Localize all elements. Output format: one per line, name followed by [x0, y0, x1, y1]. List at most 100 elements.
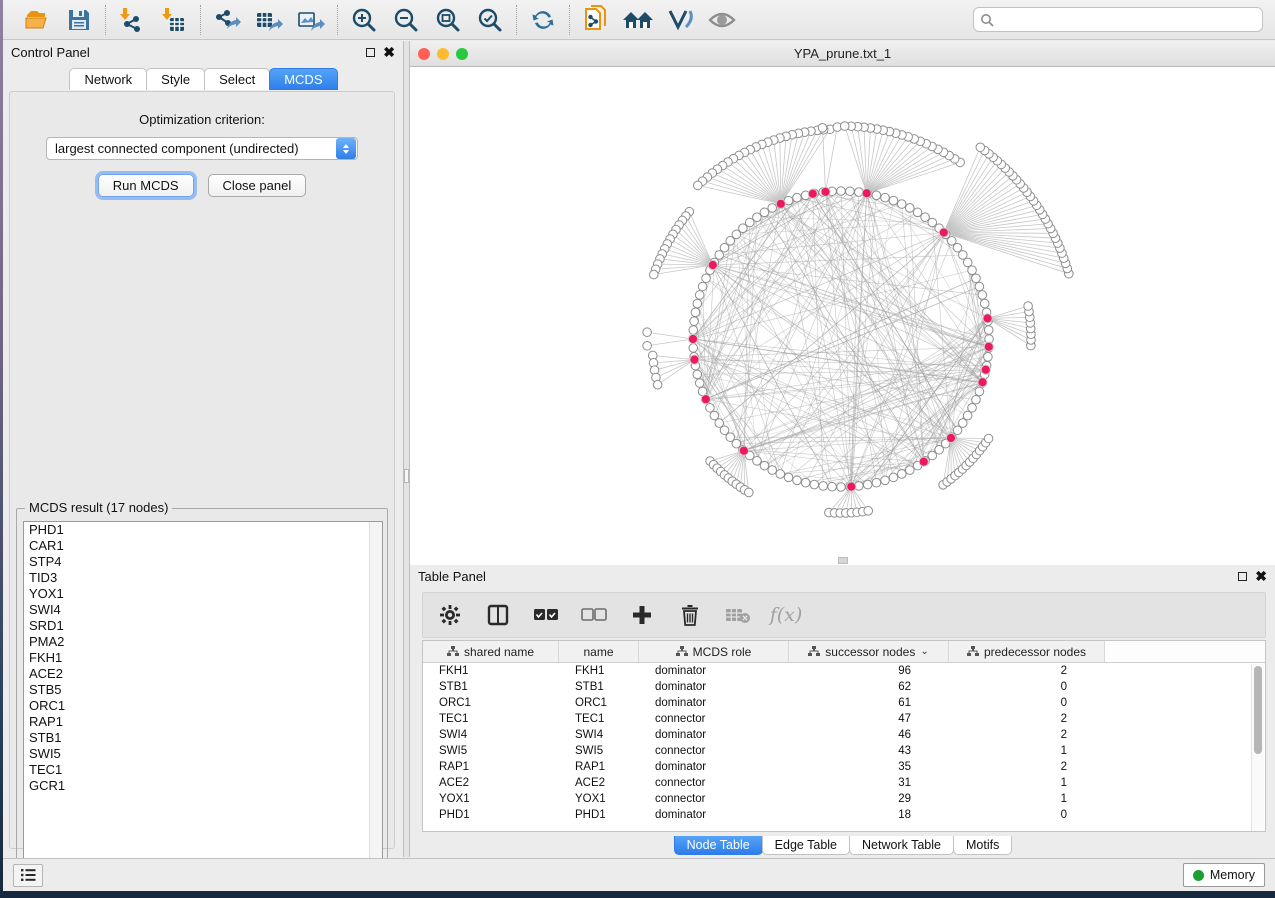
graph-node[interactable] [847, 482, 856, 491]
cell-shared-name[interactable]: SWI5 [423, 745, 559, 757]
float-panel-icon[interactable] [1238, 572, 1247, 581]
graph-node[interactable] [978, 378, 987, 387]
table-scrollbar[interactable] [1251, 664, 1264, 832]
mcds-result-list[interactable]: PHD1CAR1STP4TID3YOX1SWI4SRD1PMA2FKH1ACE2… [23, 521, 383, 873]
cell-mcds-role[interactable]: dominator [639, 761, 789, 773]
tab-node-table[interactable]: Node Table [674, 836, 763, 855]
graph-node[interactable] [881, 476, 890, 485]
cell-mcds-role[interactable]: connector [639, 745, 789, 757]
cell-shared-name[interactable]: RAP1 [423, 761, 559, 773]
cell-name[interactable]: RAP1 [559, 761, 639, 773]
graph-node[interactable] [698, 282, 707, 291]
mcds-result-item[interactable]: RAP1 [24, 714, 382, 730]
mcds-result-item[interactable]: STB1 [24, 730, 382, 746]
cell-mcds-role[interactable]: connector [639, 777, 789, 789]
deselect-all-button[interactable] [581, 602, 607, 628]
import-table-button[interactable] [160, 6, 188, 34]
graph-node[interactable] [693, 181, 702, 190]
graph-node[interactable] [921, 213, 930, 222]
tab-edge-table[interactable]: Edge Table [762, 836, 850, 855]
tab-network-table[interactable]: Network Table [849, 836, 954, 855]
cell-predecessor-nodes[interactable]: 0 [949, 697, 1105, 709]
graph-node[interactable] [810, 480, 819, 489]
graph-node[interactable] [776, 470, 785, 479]
graph-node[interactable] [793, 193, 802, 202]
graph-node[interactable] [980, 299, 989, 308]
cell-name[interactable]: SWI5 [559, 745, 639, 757]
cell-predecessor-nodes[interactable]: 1 [949, 793, 1105, 805]
table-row[interactable]: TEC1TEC1connector472 [423, 711, 1265, 727]
cell-predecessor-nodes[interactable]: 2 [949, 713, 1105, 725]
cell-name[interactable]: FKH1 [559, 665, 639, 677]
graph-node[interactable] [946, 433, 955, 442]
search-input[interactable] [998, 13, 1256, 27]
tab-select[interactable]: Select [204, 68, 270, 90]
add-column-button[interactable] [629, 602, 655, 628]
graph-node[interactable] [793, 476, 802, 485]
table-row[interactable]: PHD1PHD1dominator180 [423, 807, 1265, 823]
graph-node[interactable] [963, 258, 972, 267]
open-file-button[interactable] [23, 6, 51, 34]
cell-predecessor-nodes[interactable]: 2 [949, 729, 1105, 741]
cell-successor-nodes[interactable]: 61 [789, 697, 949, 709]
table-row[interactable]: YOX1YOX1connector291 [423, 791, 1265, 807]
run-mcds-button[interactable]: Run MCDS [98, 174, 194, 197]
cell-name[interactable]: SWI4 [559, 729, 639, 741]
export-network-button[interactable] [213, 6, 241, 34]
graph-node[interactable] [701, 395, 710, 404]
network-manager-button[interactable] [624, 6, 652, 34]
graph-node[interactable] [837, 483, 846, 492]
graph-node[interactable] [889, 473, 898, 482]
table-row[interactable]: ORC1ORC1dominator610 [423, 695, 1265, 711]
graph-node[interactable] [688, 334, 697, 343]
graph-node[interactable] [801, 478, 810, 487]
cell-successor-nodes[interactable]: 31 [789, 777, 949, 789]
graph-node[interactable] [963, 411, 972, 420]
column-header-predecessor-nodes[interactable]: predecessor nodes [949, 641, 1105, 662]
graph-node[interactable] [837, 187, 846, 196]
graph-node[interactable] [776, 199, 785, 208]
task-history-button[interactable] [13, 864, 43, 887]
graph-node[interactable] [715, 251, 724, 260]
table-row[interactable]: SWI5SWI5connector431 [423, 743, 1265, 759]
cell-shared-name[interactable]: FKH1 [423, 665, 559, 677]
graph-node[interactable] [981, 365, 990, 374]
tab-motifs[interactable]: Motifs [953, 836, 1012, 855]
tab-network[interactable]: Network [69, 68, 147, 90]
cell-predecessor-nodes[interactable]: 2 [949, 761, 1105, 773]
float-panel-icon[interactable] [366, 48, 375, 57]
column-header-name[interactable]: name [559, 641, 639, 662]
zoom-fit-button[interactable] [434, 6, 462, 34]
splitter-grip[interactable] [404, 469, 409, 483]
zoom-selected-button[interactable] [476, 6, 504, 34]
graph-node[interactable] [959, 419, 968, 428]
cell-predecessor-nodes[interactable]: 0 [949, 681, 1105, 693]
cell-successor-nodes[interactable]: 46 [789, 729, 949, 741]
graph-node[interactable] [889, 196, 898, 205]
graph-node[interactable] [689, 344, 698, 353]
graph-node[interactable] [862, 189, 871, 198]
table-row[interactable]: ACE2ACE2connector311 [423, 775, 1265, 791]
cell-shared-name[interactable]: STB1 [423, 681, 559, 693]
cell-successor-nodes[interactable]: 43 [789, 745, 949, 757]
graph-node[interactable] [864, 507, 873, 516]
graph-node[interactable] [691, 308, 700, 317]
graph-node[interactable] [768, 204, 777, 213]
column-header-shared-name[interactable]: shared name [423, 641, 559, 662]
cell-predecessor-nodes[interactable]: 2 [949, 665, 1105, 677]
mcds-result-item[interactable]: PMA2 [24, 634, 382, 650]
memory-button[interactable]: Memory [1183, 863, 1265, 887]
cell-name[interactable]: ORC1 [559, 697, 639, 709]
graph-node[interactable] [975, 387, 984, 396]
graph-node[interactable] [840, 122, 849, 131]
close-panel-icon[interactable]: ✖ [1255, 572, 1267, 581]
graph-node[interactable] [984, 353, 993, 362]
cell-successor-nodes[interactable]: 62 [789, 681, 949, 693]
graph-node[interactable] [745, 488, 754, 497]
select-all-button[interactable] [533, 602, 559, 628]
table-settings-button[interactable] [437, 602, 463, 628]
cell-shared-name[interactable]: ORC1 [423, 697, 559, 709]
mcds-result-item[interactable]: STP4 [24, 554, 382, 570]
cell-predecessor-nodes[interactable]: 0 [949, 809, 1105, 821]
cell-successor-nodes[interactable]: 47 [789, 713, 949, 725]
